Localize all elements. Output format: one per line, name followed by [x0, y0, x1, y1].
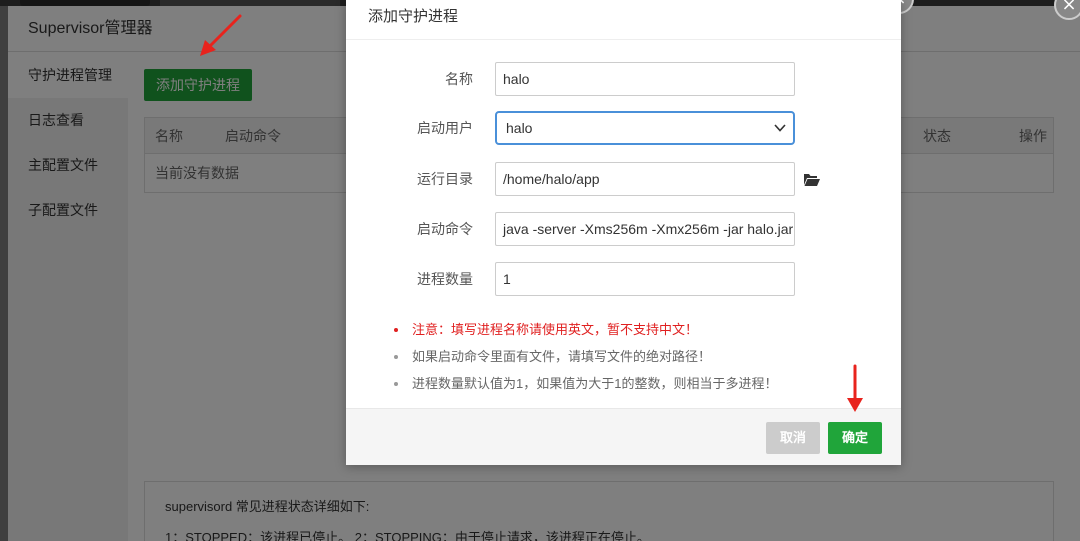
name-label: 名称 [445, 71, 473, 87]
chevron-down-icon [774, 124, 786, 132]
tip-warning: 注意：填写进程名称请使用英文，暂不支持中文！ [394, 316, 777, 343]
form-row-count: 进程数量 1 [346, 262, 901, 296]
form-row-name: 名称 halo [346, 62, 901, 96]
add-daemon-dialog: 添加守护进程 名称 halo 启动用户 halo 运行目录 /home/halo… [346, 0, 901, 465]
form-row-user: 启动用户 halo [346, 111, 901, 145]
confirm-button[interactable]: 确定 [828, 422, 882, 454]
dir-input[interactable]: /home/halo/app [495, 162, 795, 196]
form-row-dir: 运行目录 /home/halo/app [346, 162, 901, 196]
form-row-command: 启动命令 java -server -Xms256m -Xmx256m -jar… [346, 212, 901, 246]
annotation-arrow-icon [847, 364, 863, 412]
tip-absolute-path: 如果启动命令里面有文件，请填写文件的绝对路径！ [394, 343, 777, 370]
user-select[interactable]: halo [495, 111, 795, 145]
user-select-value: halo [506, 120, 533, 136]
user-label: 启动用户 [417, 120, 473, 136]
command-input[interactable]: java -server -Xms256m -Xmx256m -jar halo… [495, 212, 795, 246]
annotation-arrow-icon [200, 14, 242, 56]
tip-process-count: 进程数量默认值为1，如果值为大于1的整数，则相当于多进程！ [394, 370, 777, 397]
dialog-title: 添加守护进程 [346, 0, 901, 40]
cancel-button[interactable]: 取消 [766, 422, 820, 454]
count-input[interactable]: 1 [495, 262, 795, 296]
count-label: 进程数量 [417, 271, 473, 287]
command-label: 启动命令 [417, 221, 473, 237]
folder-open-icon[interactable] [803, 171, 821, 187]
name-input[interactable]: halo [495, 62, 795, 96]
dir-label: 运行目录 [417, 171, 473, 187]
tips-list: 注意：填写进程名称请使用英文，暂不支持中文！ 如果启动命令里面有文件，请填写文件… [394, 316, 777, 397]
dialog-footer: 取消 确定 [346, 408, 901, 465]
